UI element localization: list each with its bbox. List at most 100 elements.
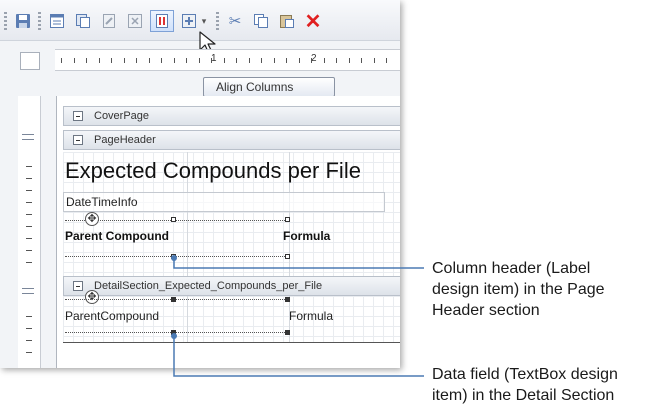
- ruler-tick: [26, 238, 32, 239]
- ruler-tick: [26, 340, 32, 341]
- ruler-tick: [26, 250, 32, 251]
- band-detail-section[interactable]: DetailSection_Expected_Compounds_per_Fil…: [63, 276, 400, 296]
- move-handle-icon[interactable]: ✥: [85, 290, 99, 304]
- ruler-tick: [26, 214, 32, 215]
- copy-design-icon[interactable]: [72, 10, 94, 32]
- vertical-ruler: [18, 96, 41, 368]
- collapse-icon[interactable]: [73, 281, 83, 291]
- band-splitter-icon: [22, 134, 34, 140]
- label-parent-compound[interactable]: Parent Compound: [65, 229, 169, 243]
- ruler-tick: [198, 58, 200, 63]
- callout-column-header: Column header (Label design item) in the…: [432, 258, 605, 321]
- ruler-tick: [98, 58, 100, 63]
- copy-icon[interactable]: [250, 10, 272, 32]
- ruler-tick: [123, 58, 125, 63]
- section-bottom-border: [63, 342, 400, 343]
- field-parent-compound[interactable]: ParentCompound: [65, 309, 159, 323]
- resize-handle[interactable]: [285, 330, 290, 335]
- ruler-tick: [273, 58, 275, 63]
- ruler-tick: [373, 58, 375, 63]
- callout-line: Data field (TextBox design: [432, 366, 618, 383]
- design-canvas[interactable]: CoverPage PageHeader Expected Compounds …: [56, 96, 400, 368]
- ruler-tick: [186, 58, 187, 63]
- resize-handle[interactable]: [171, 254, 176, 259]
- ruler-tick: [261, 58, 262, 63]
- ruler-tick: [173, 58, 175, 63]
- column-guide: [187, 296, 188, 342]
- delete-icon[interactable]: ✕: [302, 10, 324, 33]
- ruler-tick: [26, 166, 32, 167]
- tooltip: Align Columns: [203, 77, 335, 97]
- properties-icon[interactable]: [46, 10, 68, 32]
- ruler-tick: [211, 58, 212, 63]
- callout-line: Header section: [432, 302, 540, 319]
- save-icon[interactable]: [12, 10, 34, 32]
- ruler-tick: [26, 316, 32, 317]
- callout-line: Column header (Label: [432, 260, 591, 277]
- callout-line: item) in the Detail Section: [432, 387, 615, 404]
- ruler-tick: [323, 58, 325, 63]
- ruler-tick: [311, 58, 312, 63]
- band-label: PageHeader: [94, 134, 156, 146]
- report-designer-window: ▾ ✂ ✕ 1 2 Align Columns CoverPage PageHe…: [0, 0, 400, 368]
- ruler-tick: [61, 58, 62, 63]
- band-label: CoverPage: [94, 110, 150, 122]
- horizontal-ruler: 1 2: [55, 49, 400, 71]
- band-cover-page[interactable]: CoverPage: [63, 106, 400, 126]
- ruler-tick: [26, 328, 32, 329]
- resize-handle[interactable]: [285, 297, 290, 302]
- edit-icon[interactable]: [98, 10, 120, 32]
- move-handle-icon[interactable]: ✥: [85, 212, 99, 226]
- ruler-tick: [111, 58, 112, 63]
- align-columns-icon[interactable]: [150, 10, 174, 32]
- insert-dropdown-icon[interactable]: ▾: [198, 10, 210, 32]
- selection-border: [65, 256, 287, 257]
- ruler-tick: [136, 58, 137, 63]
- band-page-header[interactable]: PageHeader: [63, 130, 400, 150]
- ruler-tick: [26, 226, 32, 227]
- ruler-tick: [361, 58, 362, 63]
- cut-icon[interactable]: ✂: [224, 10, 246, 32]
- ruler-tick: [236, 58, 237, 63]
- ruler-tick: [348, 58, 350, 63]
- delete-item-icon[interactable]: [124, 10, 146, 32]
- toolbar-separator: [216, 12, 219, 30]
- ruler-corner: [20, 52, 40, 70]
- ruler-tick: [161, 58, 162, 63]
- selection-border: [65, 332, 287, 333]
- ruler-tick: [286, 58, 287, 63]
- ruler-tick: [26, 352, 32, 353]
- ruler-tick: [223, 58, 225, 63]
- label-formula[interactable]: Formula: [283, 229, 330, 243]
- collapse-icon[interactable]: [73, 135, 83, 145]
- callout-line: design item) in the Page: [432, 281, 605, 298]
- insert-icon[interactable]: [178, 10, 200, 32]
- ruler-tick: [86, 58, 87, 63]
- report-title[interactable]: Expected Compounds per File: [65, 158, 361, 184]
- date-time-info-field[interactable]: DateTimeInfo: [63, 192, 385, 212]
- ruler-tick: [248, 58, 250, 63]
- ruler-tick: [26, 190, 32, 191]
- resize-handle[interactable]: [171, 217, 176, 222]
- resize-handle[interactable]: [285, 254, 290, 259]
- ruler-tick: [298, 58, 300, 63]
- ruler-tick: [26, 262, 32, 263]
- toolbar-separator: [38, 12, 41, 30]
- band-label: DetailSection_Expected_Compounds_per_Fil…: [94, 280, 323, 292]
- ruler-tick: [26, 202, 32, 203]
- ruler-tick: [73, 58, 75, 63]
- ruler-tick: [336, 58, 337, 63]
- band-splitter-icon: [22, 288, 34, 294]
- selection-border: [65, 299, 287, 300]
- paste-icon[interactable]: [276, 10, 298, 32]
- toolbar-grip[interactable]: [4, 12, 7, 30]
- ruler-tick: [148, 58, 150, 63]
- resize-handle[interactable]: [171, 297, 176, 302]
- collapse-icon[interactable]: [73, 111, 83, 121]
- ruler-tick: [26, 178, 32, 179]
- resize-handle[interactable]: [171, 330, 176, 335]
- field-formula[interactable]: Formula: [289, 309, 333, 323]
- resize-handle[interactable]: [285, 217, 290, 222]
- callout-data-field: Data field (TextBox design item) in the …: [432, 364, 618, 406]
- ruler-tick: [386, 58, 387, 63]
